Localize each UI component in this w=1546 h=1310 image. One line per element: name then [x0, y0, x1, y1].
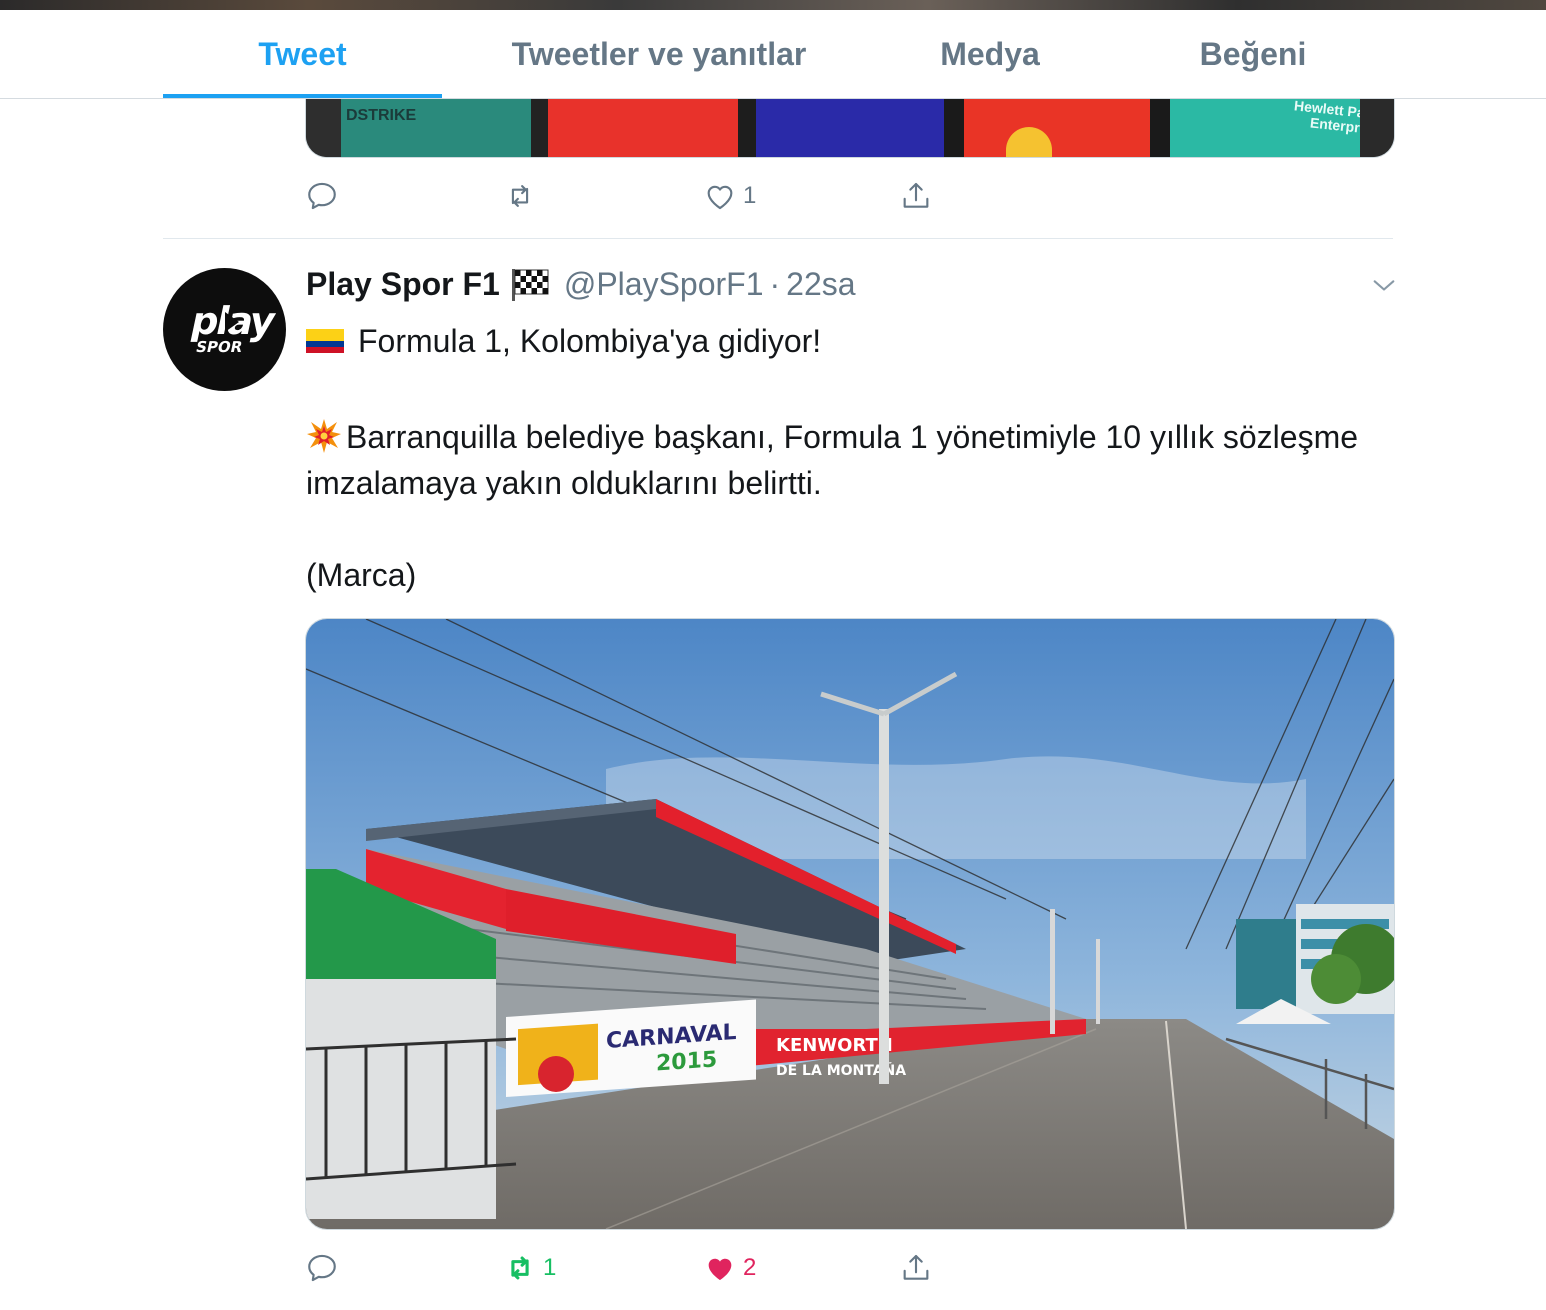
share-icon — [903, 182, 929, 208]
svg-text:SPOR: SPOR — [194, 338, 244, 356]
retweet-button[interactable]: 1 — [503, 1246, 556, 1290]
active-tab-indicator — [163, 94, 442, 98]
tweet-text: Formula 1, Kolombiya'ya gidiyor! Barranq… — [306, 318, 1386, 598]
tweet-line-text: Formula 1, Kolombiya'ya gidiyor! — [358, 323, 822, 359]
tweet-line-text: Barranquilla belediye başkanı, Formula 1… — [306, 419, 1359, 501]
tweet-time[interactable]: 22sa — [786, 266, 855, 303]
like-button[interactable]: 1 — [703, 174, 756, 218]
tab-tweets-and-replies[interactable]: Tweetler ve yanıtlar — [480, 10, 838, 98]
like-button[interactable]: 2 — [703, 1246, 756, 1290]
heart-outline-icon — [707, 185, 733, 210]
tab-likes[interactable]: Beğeni — [1160, 10, 1346, 98]
retweet-button[interactable] — [503, 174, 537, 218]
previous-tweet-media[interactable]: DSTRIKE Hewlett Pa Enterpr — [305, 99, 1395, 158]
share-button[interactable] — [899, 174, 933, 218]
reply-icon — [308, 182, 336, 210]
tweet-header: Play Spor F1 @PlaySporF1 · 22sa — [306, 262, 856, 306]
profile-tabs: Tweet Tweetler ve yanıtlar Medya Beğeni — [0, 10, 1546, 99]
status-bar-strip — [0, 0, 1546, 10]
tweet-line: Barranquilla belediye başkanı, Formula 1… — [306, 414, 1386, 506]
heart-filled-icon — [708, 1258, 732, 1281]
avatar[interactable]: play SPOR — [163, 268, 286, 391]
street-photo: CARNAVAL 2015 KENWORTH DE LA MONTAÑA — [306, 619, 1394, 1229]
collision-icon — [307, 418, 341, 453]
share-button[interactable] — [899, 1246, 933, 1290]
tweet-actions: 1 2 — [305, 1246, 1005, 1290]
retweet-count: 1 — [543, 1254, 557, 1281]
previous-tweet-actions: 1 — [305, 174, 1005, 218]
reply-button[interactable] — [305, 174, 339, 218]
tweet-line: (Marca) — [306, 552, 1386, 598]
like-count: 1 — [743, 182, 757, 209]
tweet-media-photo[interactable]: CARNAVAL 2015 KENWORTH DE LA MONTAÑA — [305, 618, 1395, 1230]
svg-text:KENWORTH: KENWORTH — [776, 1035, 893, 1056]
svg-text:2015: 2015 — [656, 1047, 717, 1076]
share-icon — [903, 1254, 929, 1280]
play-spor-logo-icon: play SPOR — [187, 299, 280, 356]
tab-tweet[interactable]: Tweet — [163, 10, 442, 98]
tweet-line: Formula 1, Kolombiya'ya gidiyor! — [306, 318, 1386, 364]
colombia-flag-icon — [306, 328, 344, 353]
retweet-icon — [511, 1256, 529, 1280]
reply-icon — [308, 1254, 336, 1282]
retweet-icon — [511, 185, 529, 207]
separator: · — [769, 265, 781, 302]
like-count: 2 — [743, 1254, 757, 1281]
media-text: DSTRIKE — [346, 107, 417, 124]
author-handle[interactable]: @PlaySporF1 — [564, 266, 764, 303]
chevron-down-icon[interactable] — [1370, 272, 1398, 300]
tweet-line-text: (Marca) — [306, 557, 417, 593]
tweet-divider — [163, 238, 1393, 239]
reply-button[interactable] — [305, 1246, 339, 1290]
checkered-flag-icon — [511, 269, 549, 301]
tab-media[interactable]: Medya — [900, 10, 1080, 98]
author-name[interactable]: Play Spor F1 — [306, 266, 500, 303]
